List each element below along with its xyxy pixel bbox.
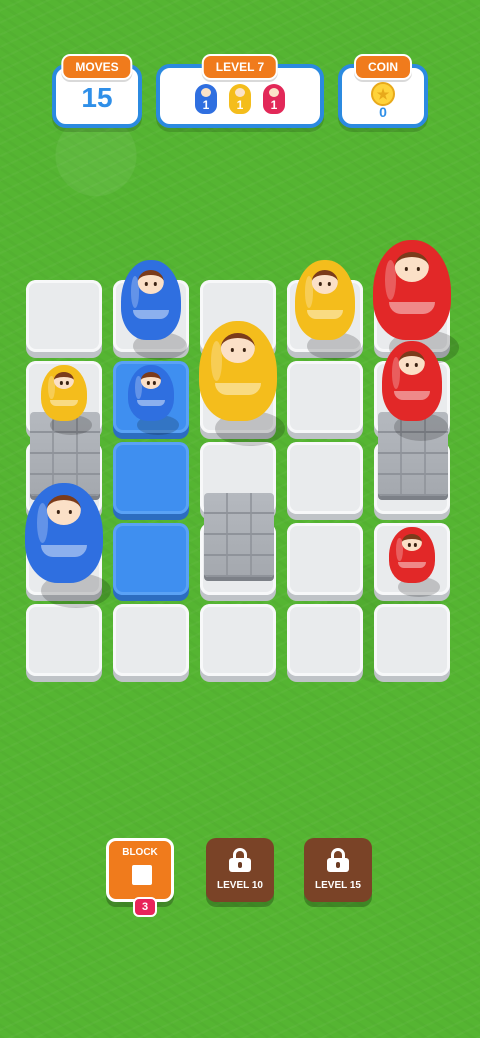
goal-list: 1 1 1	[160, 84, 320, 114]
board-tile[interactable]	[26, 280, 102, 352]
lock-icon	[327, 848, 349, 872]
game-board	[22, 240, 459, 688]
block-count-badge: 3	[133, 897, 157, 917]
goal-red-doll: 1	[263, 84, 285, 114]
locked-tool-label: LEVEL 15	[315, 880, 361, 891]
board-tile[interactable]	[113, 442, 189, 514]
locked-tool-level-15[interactable]: LEVEL 15	[304, 838, 372, 902]
board-tile[interactable]	[26, 604, 102, 676]
goal-yellow-doll: 1	[229, 84, 251, 114]
goal-yellow-count: 1	[236, 98, 244, 112]
board-tile[interactable]	[287, 523, 363, 595]
coin-count: 0	[379, 104, 387, 120]
board-tile[interactable]	[287, 604, 363, 676]
block-tool-label: BLOCK	[122, 847, 158, 858]
coin-panel: COIN ★ 0	[338, 54, 428, 128]
yellow-matryoshka-doll[interactable]	[41, 365, 87, 421]
level-panel: LEVEL 7 1 1 1	[156, 54, 324, 128]
board-tile[interactable]	[200, 604, 276, 676]
red-matryoshka-doll[interactable]	[389, 527, 435, 583]
star-coin-icon: ★	[371, 82, 395, 106]
moves-label: MOVES	[61, 54, 133, 80]
goal-blue-doll: 1	[195, 84, 217, 114]
brick-wall-obstacle	[204, 493, 274, 577]
board-tile[interactable]	[287, 442, 363, 514]
board-tile[interactable]	[374, 604, 450, 676]
red-matryoshka-doll[interactable]	[373, 240, 451, 340]
board-tile[interactable]	[113, 523, 189, 595]
board-tile[interactable]	[113, 604, 189, 676]
block-icon	[132, 865, 152, 885]
red-matryoshka-doll[interactable]	[382, 341, 442, 421]
goal-blue-count: 1	[202, 98, 210, 112]
moves-panel: MOVES 15	[52, 54, 142, 128]
lock-icon	[229, 848, 251, 872]
locked-tool-level-10[interactable]: LEVEL 10	[206, 838, 274, 902]
blue-matryoshka-doll[interactable]	[25, 483, 103, 583]
blue-matryoshka-doll[interactable]	[128, 365, 174, 421]
yellow-matryoshka-doll[interactable]	[199, 321, 277, 421]
coin-label: COIN	[354, 54, 412, 80]
block-tool-button[interactable]: BLOCK 3	[106, 838, 174, 917]
moves-count: 15	[81, 82, 113, 113]
yellow-matryoshka-doll[interactable]	[295, 260, 355, 340]
blue-matryoshka-doll[interactable]	[121, 260, 181, 340]
board-tile[interactable]	[287, 361, 363, 433]
level-label: LEVEL 7	[201, 54, 279, 80]
locked-tool-label: LEVEL 10	[217, 880, 263, 891]
goal-red-count: 1	[270, 98, 278, 112]
